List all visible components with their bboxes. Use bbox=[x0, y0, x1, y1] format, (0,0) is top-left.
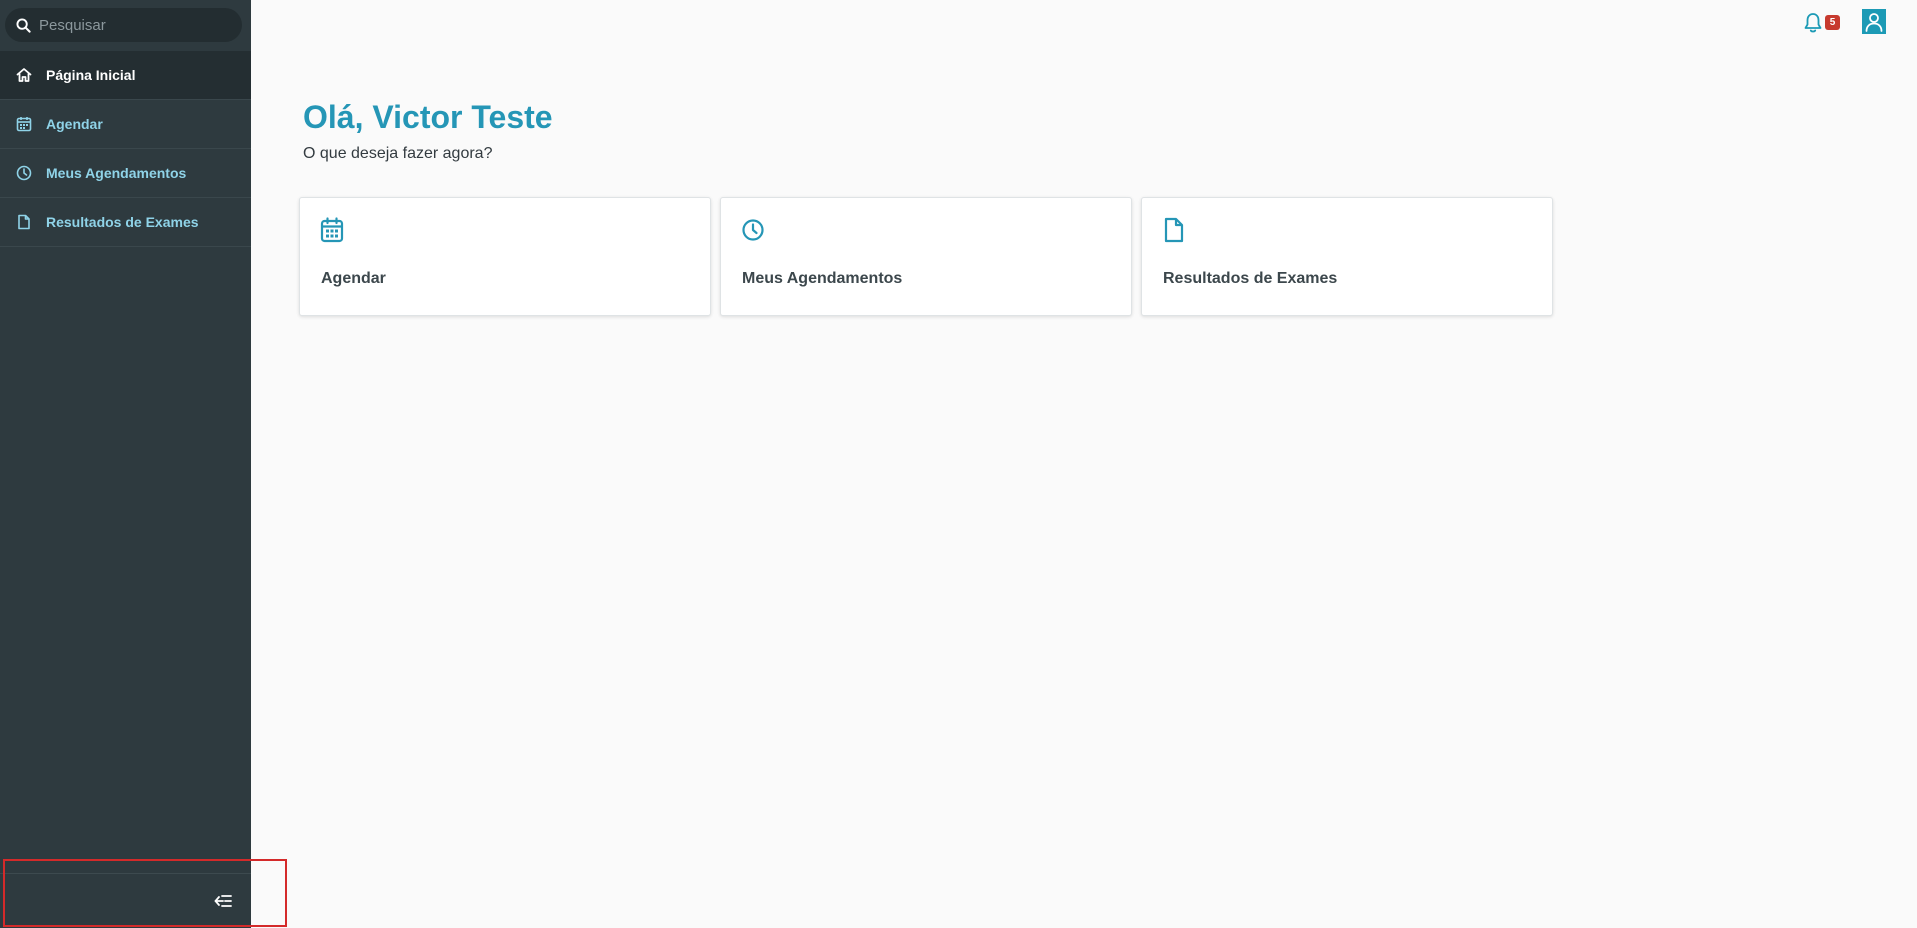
user-profile-button[interactable] bbox=[1862, 9, 1886, 34]
sidebar-item-label: Agendar bbox=[46, 116, 103, 132]
search-input[interactable] bbox=[39, 16, 229, 34]
sidebar-item-meus-agendamentos[interactable]: Meus Agendamentos bbox=[0, 149, 251, 198]
document-icon bbox=[1162, 217, 1186, 243]
bell-icon bbox=[1804, 13, 1822, 33]
search-icon bbox=[16, 17, 31, 33]
calendar-icon bbox=[320, 217, 344, 243]
notification-count-badge: 5 bbox=[1825, 15, 1840, 30]
card-resultados-de-exames[interactable]: Resultados de Exames bbox=[1141, 197, 1553, 316]
sidebar-item-label: Meus Agendamentos bbox=[46, 165, 187, 181]
sidebar: Página Inicial Agenda bbox=[0, 0, 251, 928]
document-icon bbox=[16, 214, 32, 230]
action-cards: Agendar Meus Agendamentos Resultados de … bbox=[299, 197, 1553, 316]
card-meus-agendamentos[interactable]: Meus Agendamentos bbox=[720, 197, 1132, 316]
app: Página Inicial Agenda bbox=[0, 0, 1917, 928]
sidebar-item-label: Página Inicial bbox=[46, 67, 136, 83]
search-box[interactable] bbox=[5, 8, 242, 42]
sidebar-menu: Página Inicial Agendar Meus Agendamentos… bbox=[0, 51, 251, 247]
card-agendar[interactable]: Agendar bbox=[299, 197, 711, 316]
user-icon bbox=[1865, 12, 1883, 32]
sidebar-item-resultados-de-exames[interactable]: Resultados de Exames bbox=[0, 198, 251, 247]
sidebar-item-label: Resultados de Exames bbox=[46, 214, 199, 230]
clock-icon bbox=[741, 217, 765, 243]
card-label: Agendar bbox=[321, 270, 386, 287]
card-label: Meus Agendamentos bbox=[742, 270, 903, 287]
card-label: Resultados de Exames bbox=[1163, 270, 1338, 287]
calendar-icon bbox=[16, 116, 32, 132]
highlight-box bbox=[3, 859, 287, 927]
sidebar-item-pagina-inicial[interactable]: Página Inicial bbox=[0, 51, 251, 100]
page-title: Olá, Victor Teste bbox=[303, 99, 553, 135]
home-icon bbox=[16, 67, 32, 83]
notifications-button[interactable] bbox=[1803, 12, 1823, 34]
sidebar-item-agendar[interactable]: Agendar bbox=[0, 100, 251, 149]
clock-icon bbox=[16, 165, 32, 181]
page-subtitle: O que deseja fazer agora? bbox=[303, 145, 493, 162]
